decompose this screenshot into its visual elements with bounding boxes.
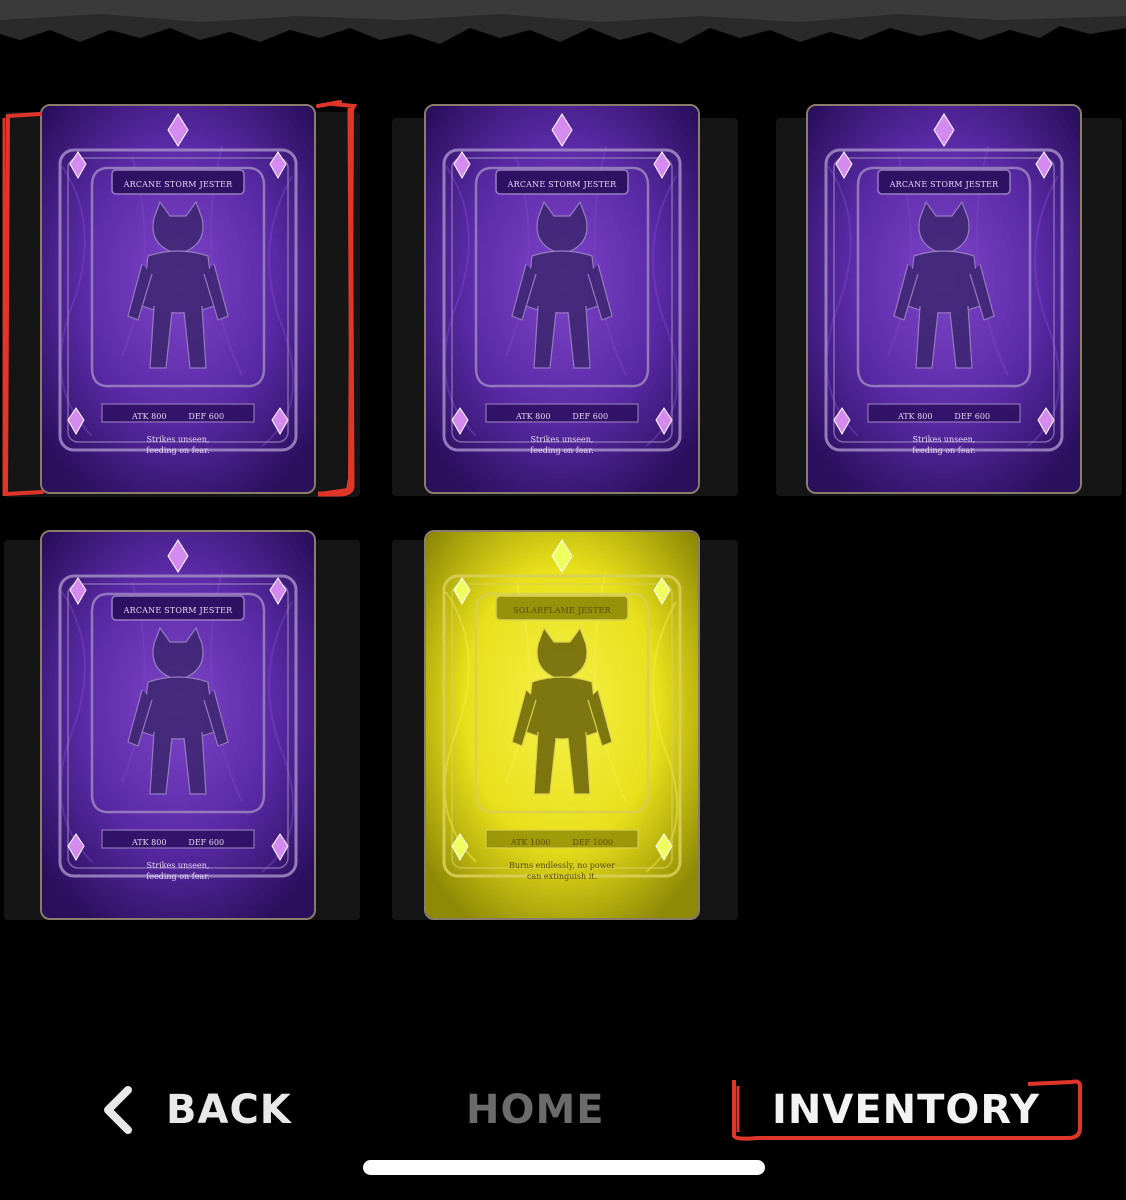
card-flavor-line: feeding on fear.	[146, 446, 210, 455]
card-flavor-line: Burns endlessly, no power	[508, 861, 616, 870]
inventory-card[interactable]: SOLARFLAME JESTER ATK 1000 DEF 1000 Burn…	[424, 530, 700, 920]
top-brush-stroke	[0, 0, 1126, 44]
card-def: DEF 1000	[572, 838, 614, 847]
card-flavor: Strikes unseen, feeding on fear.	[868, 434, 1020, 456]
card-flavor-line: feeding on fear.	[530, 446, 594, 455]
card-title: ARCANE STORM JESTER	[507, 180, 617, 189]
card-flavor-line: Strikes unseen,	[146, 435, 210, 444]
card-atk: ATK 800	[897, 412, 933, 421]
card-flavor-line: feeding on fear.	[912, 446, 976, 455]
inventory-card[interactable]: ARCANE STORM JESTER ATK 800 DEF 600 Stri…	[40, 104, 316, 494]
card-stats: ATK 1000 DEF 1000	[486, 838, 638, 852]
back-button[interactable]: BACK	[100, 1080, 292, 1140]
inventory-button[interactable]: INVENTORY	[728, 1078, 1084, 1142]
inventory-card[interactable]: ARCANE STORM JESTER ATK 800 DEF 600 Stri…	[40, 530, 316, 920]
card-stats: ATK 800 DEF 600	[868, 412, 1020, 426]
card-def: DEF 600	[188, 838, 225, 847]
card-title: SOLARFLAME JESTER	[513, 606, 611, 615]
card-flavor: Burns endlessly, no power can extinguish…	[486, 860, 638, 882]
card-atk: ATK 800	[515, 412, 551, 421]
card-atk: ATK 1000	[510, 838, 551, 847]
home-label: HOME	[466, 1087, 605, 1133]
inventory-card[interactable]: ARCANE STORM JESTER ATK 800 DEF 600 Stri…	[424, 104, 700, 494]
card-atk: ATK 800	[131, 838, 167, 847]
home-button[interactable]: HOME	[466, 1080, 605, 1140]
card-title: ARCANE STORM JESTER	[889, 180, 999, 189]
card-title: ARCANE STORM JESTER	[123, 606, 233, 615]
chevron-left-icon	[104, 1086, 132, 1134]
card-flavor-line: feeding on fear.	[146, 872, 210, 881]
card-def: DEF 600	[188, 412, 225, 421]
card-flavor-line: Strikes unseen,	[530, 435, 594, 444]
card-flavor-line: Strikes unseen,	[146, 861, 210, 870]
back-label: BACK	[166, 1087, 292, 1133]
card-flavor: Strikes unseen, feeding on fear.	[102, 434, 254, 456]
card-stats: ATK 800 DEF 600	[102, 838, 254, 852]
bottom-nav: BACK HOME INVENTORY	[0, 1070, 1126, 1150]
card-stats: ATK 800 DEF 600	[102, 412, 254, 426]
card-stats: ATK 800 DEF 600	[486, 412, 638, 426]
card-flavor-line: Strikes unseen,	[912, 435, 976, 444]
card-flavor-line: can extinguish it.	[526, 872, 598, 881]
inventory-label: INVENTORY	[772, 1087, 1040, 1133]
card-flavor: Strikes unseen, feeding on fear.	[486, 434, 638, 456]
card-def: DEF 600	[954, 412, 991, 421]
card-def: DEF 600	[572, 412, 609, 421]
card-atk: ATK 800	[131, 412, 167, 421]
card-flavor: Strikes unseen, feeding on fear.	[102, 860, 254, 882]
home-indicator[interactable]	[363, 1160, 765, 1175]
inventory-card[interactable]: ARCANE STORM JESTER ATK 800 DEF 600 Stri…	[806, 104, 1082, 494]
card-title: ARCANE STORM JESTER	[123, 180, 233, 189]
